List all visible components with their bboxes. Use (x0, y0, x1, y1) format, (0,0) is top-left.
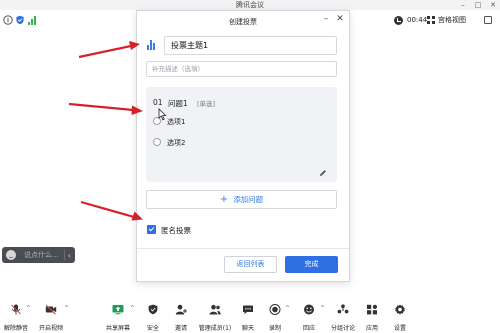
record-options-chevron-icon[interactable]: ^ (285, 305, 290, 312)
share-options-chevron-icon[interactable]: ^ (130, 305, 135, 312)
dialog-title: 创建投票 (229, 18, 257, 26)
poll-topic-input[interactable]: 投票主题1 (164, 36, 337, 55)
chat-button[interactable]: 聊天 (238, 304, 258, 332)
breakout-icon (337, 304, 349, 314)
shield-icon (148, 304, 158, 315)
edit-pencil-icon[interactable] (319, 169, 327, 177)
toolbar-label: 解除静音 (3, 325, 28, 332)
invite-icon (175, 304, 187, 315)
toolbar-label: 回应 (302, 325, 315, 332)
minimize-icon[interactable]: – (321, 14, 331, 24)
question-title[interactable]: 问题1 (168, 98, 188, 109)
camera-off-icon (45, 304, 57, 315)
annotation-arrow-question (68, 102, 143, 115)
anonymous-poll-checkbox[interactable] (147, 225, 156, 234)
members-icon (209, 304, 221, 315)
reaction-icon (304, 304, 314, 315)
clock-icon (394, 15, 403, 25)
emoji-icon[interactable] (6, 250, 16, 260)
apps-icon (367, 304, 377, 315)
breakout-button[interactable]: 分组讨论 (328, 304, 358, 332)
close-icon[interactable]: ✕ (335, 14, 345, 24)
record-icon (269, 304, 281, 315)
meeting-timer: 00:44 (394, 14, 427, 26)
manage-members-button[interactable]: 管理成员(1) (196, 304, 234, 332)
maximize-window-icon[interactable]: □ (472, 0, 484, 10)
plus-icon: + (219, 194, 229, 205)
window-title-bar: 腾讯会议 – □ ✕ (0, 0, 500, 10)
add-question-label: 添加问题 (233, 195, 264, 204)
apps-button[interactable]: 应用 (362, 304, 382, 332)
record-button[interactable]: 录制 (264, 304, 286, 332)
toolbar-label: 共享屏幕 (105, 325, 130, 332)
chevron-left-icon[interactable]: ‹ (68, 251, 71, 260)
video-options-chevron-icon[interactable]: ^ (64, 305, 69, 312)
minimize-window-icon[interactable]: – (457, 0, 469, 10)
security-button[interactable]: 安全 (142, 304, 164, 332)
reaction-button[interactable]: 回应 (298, 304, 320, 332)
invite-button[interactable]: 邀请 (170, 304, 192, 332)
option-radio[interactable] (153, 138, 161, 146)
reaction-options-chevron-icon[interactable]: ^ (320, 305, 325, 312)
network-signal-icon (28, 15, 38, 25)
toolbar-label: 分组讨论 (330, 325, 355, 332)
settings-button[interactable]: 设置 (390, 304, 410, 332)
annotation-arrow-anonymous (80, 200, 143, 221)
grid-icon (427, 16, 435, 24)
chat-placeholder[interactable]: 说点什么... (24, 250, 64, 260)
question-type-label: [单选] (197, 100, 216, 108)
fullscreen-icon[interactable] (484, 16, 492, 24)
audio-options-chevron-icon[interactable]: ^ (26, 305, 31, 312)
toolbar-label: 管理成员(1) (198, 325, 232, 332)
settings-icon (395, 304, 405, 315)
done-button[interactable]: 完成 (285, 256, 338, 273)
bottom-toolbar: 解除静音 ^ 开启视频 ^ 共享屏幕 ^ 安全 邀请 管理成员(1) 聊天 录制… (0, 300, 500, 333)
chat-input-bar[interactable]: 说点什么... ‹ (2, 247, 75, 263)
grid-view-button[interactable]: 宫格视图 (427, 14, 466, 26)
question-number: 01 (153, 98, 163, 107)
timer-text: 00:44 (407, 16, 428, 24)
anonymous-poll-label[interactable]: 匿名投票 (161, 225, 191, 236)
security-shield-icon[interactable] (15, 15, 25, 25)
question-card[interactable]: 01 问题1 [单选] 选项1 选项2 (146, 87, 337, 182)
toolbar-label: 邀请 (174, 325, 187, 332)
annotation-arrow-topic (78, 41, 140, 59)
toolbar-label: 聊天 (241, 325, 254, 332)
share-screen-button[interactable]: 共享屏幕 (104, 304, 132, 332)
toolbar-label: 应用 (365, 325, 378, 332)
poll-description-input[interactable]: 补充描述（选填） (146, 61, 337, 77)
toolbar-label: 开启视频 (38, 325, 63, 332)
close-window-icon[interactable]: ✕ (487, 0, 499, 10)
back-to-list-button[interactable]: 返回列表 (224, 256, 277, 273)
mic-muted-icon (11, 304, 21, 315)
toolbar-label: 录制 (268, 325, 281, 332)
add-question-button[interactable]: + 添加问题 (146, 190, 337, 209)
grid-view-label: 宫格视图 (438, 16, 466, 24)
share-screen-icon (112, 305, 124, 315)
option-label[interactable]: 选项1 (167, 117, 185, 127)
poll-chart-icon (147, 40, 157, 50)
option-label[interactable]: 选项2 (167, 138, 185, 148)
chat-icon (243, 305, 253, 315)
mouse-cursor-icon (158, 108, 167, 121)
dialog-footer-divider (137, 248, 349, 249)
chat-divider (63, 250, 65, 260)
toolbar-label: 设置 (393, 325, 406, 332)
app-title: 腾讯会议 (236, 1, 264, 9)
toolbar-label: 安全 (146, 325, 159, 332)
create-poll-dialog: 创建投票 – ✕ 投票主题1 补充描述（选填） 01 问题1 [单选] 选项1 … (136, 10, 350, 282)
start-video-button[interactable]: 开启视频 (36, 304, 66, 332)
info-icon[interactable] (3, 15, 13, 25)
